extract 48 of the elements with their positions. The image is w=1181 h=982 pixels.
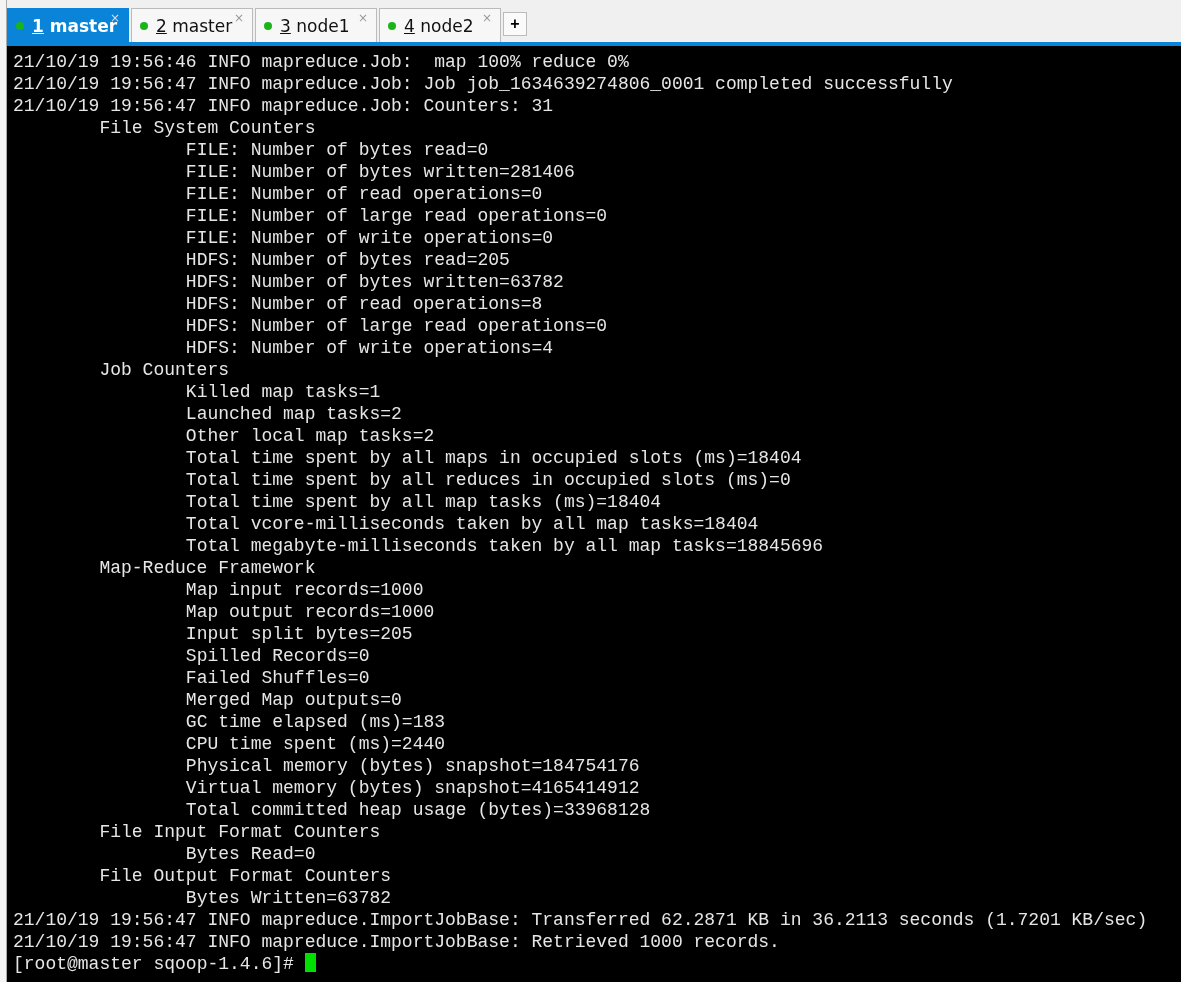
terminal-line: Bytes Written=63782 xyxy=(185,888,392,908)
terminal-line: Map output records=1000 xyxy=(185,602,435,622)
terminal-line: HDFS: Number of large read operations=0 xyxy=(185,316,608,336)
terminal-line: CPU time spent (ms)=2440 xyxy=(185,734,446,754)
terminal-line: HDFS: Number of write operations=4 xyxy=(185,338,554,358)
terminal-line: Virtual memory (bytes) snapshot=4165414912 xyxy=(185,778,640,798)
terminal-line: FILE: Number of large read operations=0 xyxy=(185,206,608,226)
terminal-line: Map input records=1000 xyxy=(185,580,424,600)
terminal-line: Killed map tasks=1 xyxy=(185,382,381,402)
session-tab[interactable]: 4 node2 × xyxy=(379,8,501,42)
terminal-line: Total time spent by all map tasks (ms)=18404 xyxy=(185,492,662,512)
terminal-line: Job Counters xyxy=(99,360,230,380)
terminal-line: Input split bytes=205 xyxy=(185,624,413,644)
terminal-line: File Output Format Counters xyxy=(99,866,392,886)
terminal-line: 21/10/19 19:56:47 INFO mapreduce.Job: Job job_1634639274806_0001 completed successfully xyxy=(13,74,953,94)
terminal-line: FILE: Number of bytes read=0 xyxy=(185,140,489,160)
terminal-line: Total committed heap usage (bytes)=33968128 xyxy=(185,800,651,820)
shell-prompt: [root@master sqoop-1.4.6]# xyxy=(13,954,294,974)
terminal-line: Spilled Records=0 xyxy=(185,646,370,666)
terminal-line: GC time elapsed (ms)=183 xyxy=(185,712,446,732)
terminal-line: HDFS: Number of read operations=8 xyxy=(185,294,543,314)
terminal-line: File System Counters xyxy=(99,118,316,138)
terminal-line: FILE: Number of write operations=0 xyxy=(185,228,554,248)
session-tab[interactable]: 3 node1 × xyxy=(255,8,377,42)
session-tab[interactable]: 1 master× xyxy=(7,8,129,42)
terminal-line: Merged Map outputs=0 xyxy=(185,690,402,710)
terminal-line: Total vcore-milliseconds taken by all map tasks=18404 xyxy=(185,514,759,534)
terminal-line: 21/10/19 19:56:47 INFO mapreduce.ImportJobBase: Retrieved 1000 records. xyxy=(13,932,780,952)
terminal-line: 21/10/19 19:56:47 INFO mapreduce.Job: Counters: 31 xyxy=(13,96,554,116)
terminal-line: Total time spent by all reduces in occupied slots (ms)=0 xyxy=(185,470,791,490)
terminal-line: Map-Reduce Framework xyxy=(99,558,316,578)
terminal-line: Physical memory (bytes) snapshot=184754176 xyxy=(185,756,640,776)
terminal-line: Other local map tasks=2 xyxy=(185,426,435,446)
session-tab[interactable]: 2 master× xyxy=(131,8,253,42)
terminal-line: FILE: Number of bytes written=281406 xyxy=(185,162,575,182)
terminal-line: Launched map tasks=2 xyxy=(185,404,402,424)
terminal-line: HDFS: Number of bytes read=205 xyxy=(185,250,510,270)
cursor xyxy=(304,953,316,972)
terminal-line: 21/10/19 19:56:46 INFO mapreduce.Job: map 100% reduce 0% xyxy=(13,52,629,72)
terminal-line: Bytes Read=0 xyxy=(185,844,316,864)
terminal-line: Failed Shuffles=0 xyxy=(185,668,370,688)
new-tab-button[interactable]: + xyxy=(503,12,527,36)
terminal-line: Total time spent by all maps in occupied slots (ms)=18404 xyxy=(185,448,802,468)
terminal-line: File Input Format Counters xyxy=(99,822,381,842)
terminal-line: 21/10/19 19:56:47 INFO mapreduce.ImportJobBase: Transferred 62.2871 KB in 36.2113 seconds (1.7201 KB/sec) xyxy=(13,910,1148,930)
terminal-line: FILE: Number of read operations=0 xyxy=(185,184,543,204)
terminal-line: Total megabyte-milliseconds taken by all map tasks=18845696 xyxy=(185,536,824,556)
terminal-line: HDFS: Number of bytes written=63782 xyxy=(185,272,564,292)
